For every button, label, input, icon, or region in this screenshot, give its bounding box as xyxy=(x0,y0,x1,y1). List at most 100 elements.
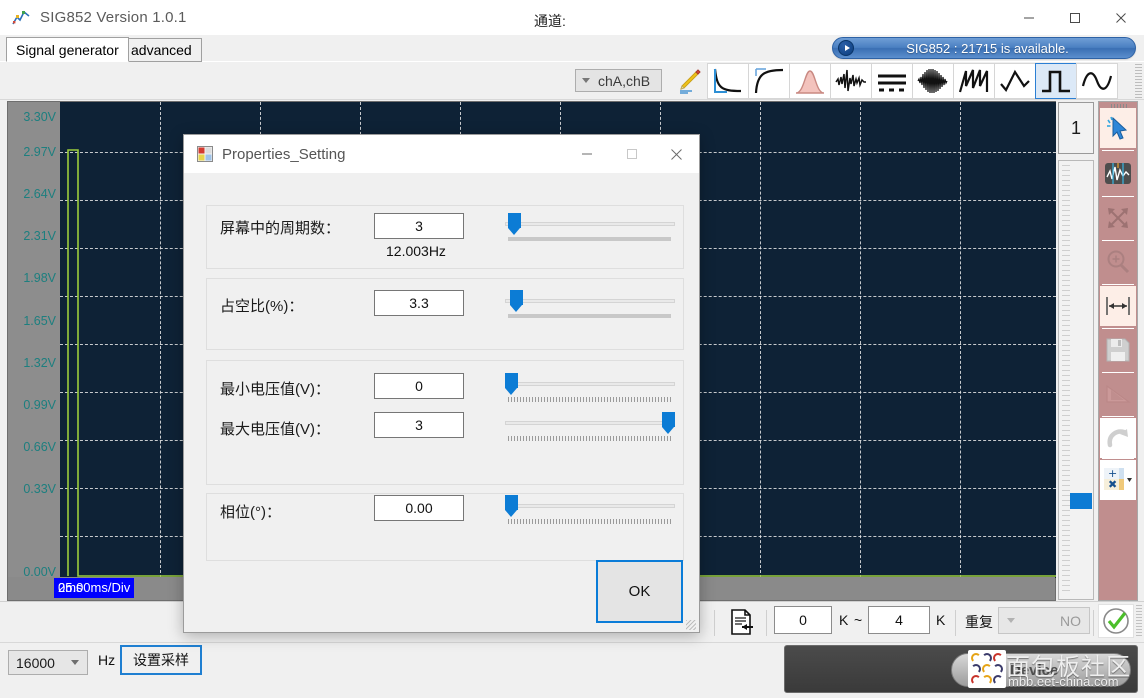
range-start-input[interactable]: 0 xyxy=(774,606,832,634)
scrollbar-ticks xyxy=(1062,165,1070,595)
max-voltage-slider[interactable] xyxy=(505,412,675,442)
waveform-gaussian-button[interactable] xyxy=(789,63,831,99)
redo-button[interactable] xyxy=(1100,418,1136,458)
dialog-window-controls xyxy=(564,135,699,173)
waveform-am-burst-button[interactable] xyxy=(912,63,954,99)
exp-decay-waveform-icon xyxy=(713,68,742,93)
waveform-exp-rise-button[interactable] xyxy=(748,63,790,99)
confirm-button[interactable] xyxy=(1098,604,1134,638)
slider-thumb[interactable] xyxy=(510,290,523,312)
slider-ticks xyxy=(508,314,671,318)
sine-waveform-icon xyxy=(1081,72,1113,90)
cycles-value: 3 xyxy=(415,218,423,234)
title-bar: SIG852 Version 1.0.1 xyxy=(0,0,1144,35)
tab-label: Signal generator xyxy=(16,41,119,58)
repeat-label: 重复 xyxy=(965,614,993,630)
measure-width-icon xyxy=(1106,297,1130,315)
slider-ticks xyxy=(508,436,671,441)
waveform-sine-button[interactable] xyxy=(1076,63,1118,99)
expand-arrows-button[interactable] xyxy=(1100,198,1136,238)
dialog-minimize-button[interactable] xyxy=(564,135,609,173)
toolbar-divider xyxy=(955,610,956,636)
dialog-title-bar: Properties_Setting xyxy=(184,135,699,173)
pencil-edit-button[interactable] xyxy=(668,63,710,99)
hz-unit-label: Hz xyxy=(98,652,116,668)
toolbar-scroll-grip[interactable] xyxy=(1135,64,1142,98)
tab-signal-generator[interactable]: Signal generator xyxy=(6,37,129,62)
phase-slider[interactable] xyxy=(505,495,675,525)
repeat-select[interactable]: NO xyxy=(998,607,1090,634)
cycles-slider[interactable] xyxy=(505,213,675,243)
max-voltage-input[interactable]: 3 xyxy=(374,412,464,438)
axis-tick-label: 1.98V xyxy=(23,271,56,285)
device-panel: Device xyxy=(784,645,1138,693)
range-unit-right-label: K xyxy=(936,612,946,628)
phase-input[interactable]: 0.00 xyxy=(374,495,464,521)
ruler-button[interactable] xyxy=(1100,374,1136,414)
maximize-button[interactable] xyxy=(1052,0,1098,35)
ok-button[interactable]: OK xyxy=(596,560,683,623)
rail-divider xyxy=(1102,240,1134,241)
close-button[interactable] xyxy=(1098,0,1144,35)
add-remove-button[interactable]: + ✖ xyxy=(1100,460,1136,500)
waveform-sawtooth-button[interactable] xyxy=(953,63,995,99)
waveform-dc-dashed-button[interactable] xyxy=(871,63,913,99)
sample-rate-select[interactable]: 16000 xyxy=(8,650,88,675)
channel-number-badge[interactable]: 1 xyxy=(1058,102,1094,154)
min-voltage-input[interactable]: 0 xyxy=(374,373,464,399)
noise-waveform-icon xyxy=(835,69,866,92)
window-title: SIG852 Version 1.0.1 xyxy=(40,8,187,26)
device-button-label: Device xyxy=(1010,662,1059,679)
min-voltage-slider[interactable] xyxy=(505,373,675,403)
cursor-pointer-button[interactable] xyxy=(1100,108,1136,148)
waveform-triangle-button[interactable] xyxy=(994,63,1036,99)
status-banner[interactable]: SIG852 : 21715 is available. xyxy=(832,37,1136,59)
add-remove-icon: + ✖ xyxy=(1104,467,1132,491)
export-document-button[interactable] xyxy=(724,606,758,638)
device-button[interactable]: Device xyxy=(951,653,1131,687)
play-circle-icon xyxy=(838,40,854,56)
set-sampling-button[interactable]: 设置采样 xyxy=(120,645,202,675)
waveform-noise-button[interactable] xyxy=(830,63,872,99)
min-voltage-label: 最小电压值(V)： xyxy=(220,381,330,398)
slider-thumb[interactable] xyxy=(505,373,518,395)
slider-thumb[interactable] xyxy=(505,495,518,517)
dialog-maximize-button[interactable] xyxy=(609,135,654,173)
save-button[interactable] xyxy=(1100,330,1136,370)
slider-track xyxy=(505,382,675,386)
slider-track xyxy=(505,504,675,508)
expand-arrows-icon xyxy=(1108,208,1128,228)
form-window-icon xyxy=(197,146,213,162)
dialog-close-button[interactable] xyxy=(654,135,699,173)
measure-width-button[interactable] xyxy=(1100,286,1136,326)
range-end-input[interactable]: 4 xyxy=(868,606,930,634)
slider-thumb[interactable] xyxy=(662,412,675,434)
zoom-in-icon xyxy=(1107,250,1130,274)
minimize-button[interactable] xyxy=(1006,0,1052,35)
cycles-input[interactable]: 3 xyxy=(374,213,464,239)
channel-label: 通道: xyxy=(534,13,566,29)
application-window: SIG852 Version 1.0.1 Signal generator ad… xyxy=(0,0,1144,698)
scrollbar-thumb[interactable] xyxy=(1070,493,1092,509)
tab-advanced[interactable]: advanced xyxy=(121,38,202,62)
duty-cycle-slider[interactable] xyxy=(505,290,675,320)
rail-divider xyxy=(1102,150,1134,151)
duty-cycle-value: 3.3 xyxy=(409,295,429,311)
waveform-square-button[interactable] xyxy=(1035,63,1077,99)
check-circle-icon xyxy=(1103,608,1129,634)
waveform-exp-decay-button[interactable] xyxy=(707,63,749,99)
triangle-waveform-icon xyxy=(1000,69,1030,92)
waveform-preview-button[interactable] xyxy=(1100,154,1136,194)
duty-cycle-input[interactable]: 3.3 xyxy=(374,290,464,316)
ok-button-label: OK xyxy=(628,583,651,600)
frequency-readout: 12.003Hz xyxy=(386,243,446,259)
ruler-triangle-icon xyxy=(1106,384,1131,403)
slider-thumb[interactable] xyxy=(508,213,521,235)
channel-select[interactable]: chA,chB xyxy=(575,69,662,92)
bottom-toolbar-scroll-grip[interactable] xyxy=(1136,605,1142,637)
zoom-in-button[interactable] xyxy=(1100,242,1136,282)
chevron-down-icon xyxy=(582,78,590,83)
dialog-resize-grip[interactable] xyxy=(686,620,696,630)
rail-divider xyxy=(1102,416,1134,417)
vertical-offset-scrollbar[interactable] xyxy=(1058,160,1094,600)
